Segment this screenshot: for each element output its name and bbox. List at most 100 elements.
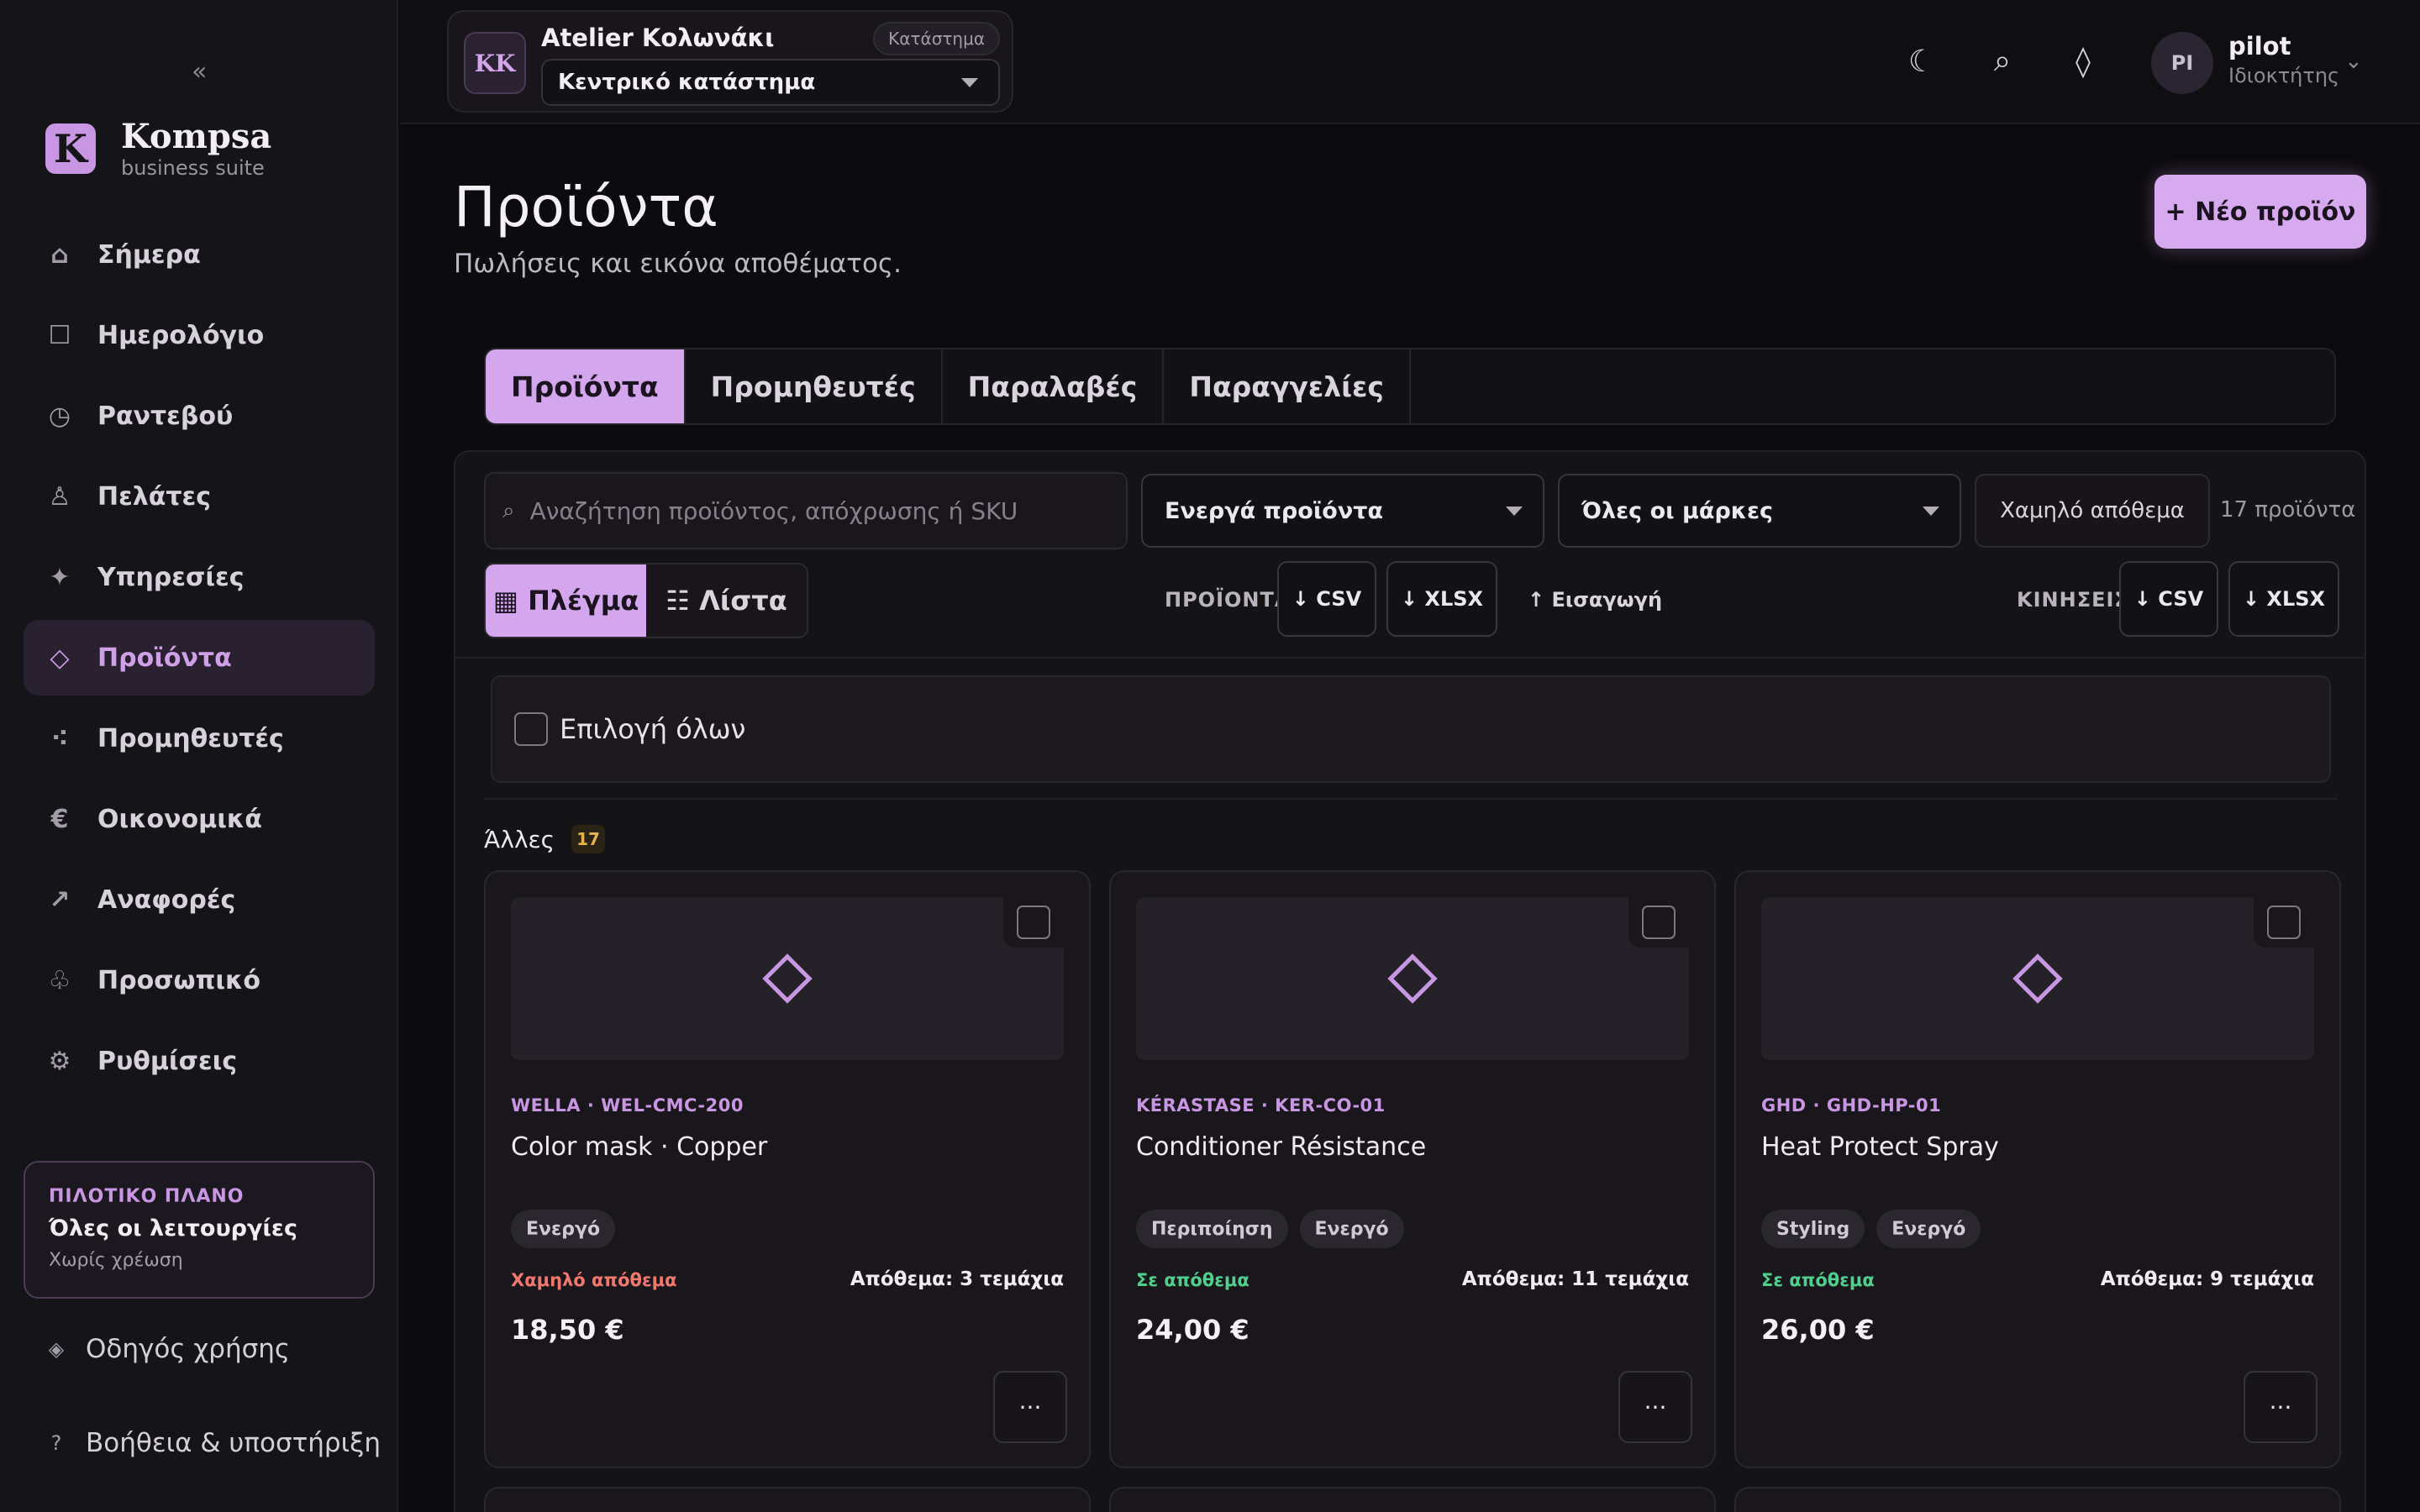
select-all-checkbox[interactable] — [514, 712, 548, 746]
sidebar-item-clients[interactable]: ♙ Πελάτες — [24, 459, 375, 534]
product-card[interactable]: GHD · GHD-HP-01 Heat Protect Spray Styli… — [1734, 870, 2341, 1468]
user-avatar[interactable]: PI — [2151, 32, 2213, 94]
product-image-placeholder — [511, 897, 1064, 1060]
new-product-button[interactable]: + Νέο προϊόν — [2154, 175, 2366, 249]
search-icon[interactable]: ⌕ — [1981, 40, 2023, 82]
diamond-icon — [762, 953, 813, 1004]
product-checkbox[interactable] — [2267, 906, 2301, 939]
store-badge: Κατάστημα — [873, 22, 1000, 55]
sidebar-item-suppliers[interactable]: ⁖ Προμηθευτές — [24, 701, 375, 776]
user-guide-link[interactable]: ◈ Οδηγός χρήσης — [45, 1334, 290, 1364]
search-box[interactable]: ⌕ — [484, 472, 1128, 549]
sidebar-item-label: Προμηθευτές — [97, 723, 284, 753]
caret-down-icon — [1506, 507, 1523, 516]
help-support-link[interactable]: ? Βοήθεια & υποστήριξη — [45, 1428, 381, 1458]
divider — [455, 657, 2365, 659]
caret-down-icon — [961, 78, 978, 87]
sidebar: « K Kompsa business suite ⌂ Σήμερα ☐ Ημε… — [0, 0, 398, 1512]
user-name[interactable]: pilot — [2228, 32, 2291, 60]
product-tag: Ενεργό — [1299, 1210, 1404, 1248]
sidebar-item-settings[interactable]: ⚙ Ρυθμίσεις — [24, 1023, 375, 1099]
product-checkbox[interactable] — [1017, 906, 1050, 939]
product-checkbox[interactable] — [1642, 906, 1676, 939]
brand[interactable]: K Kompsa business suite — [45, 118, 271, 180]
tab-receipts[interactable]: Παραλαβές — [943, 349, 1165, 423]
product-card[interactable]: KÉRASTASE · KER-CO-01 Conditioner Résist… — [1109, 870, 1716, 1468]
diamond-icon[interactable]: ◊ — [2062, 40, 2104, 82]
sidebar-item-staff[interactable]: ♧ Προσωπικό — [24, 942, 375, 1018]
plan-tag: ΠΙΛΟΤΙΚΟ ΠΛΑΝΟ — [49, 1186, 245, 1207]
product-price: 18,50 € — [511, 1314, 624, 1346]
dots-icon: ⁖ — [50, 723, 69, 753]
product-price: 26,00 € — [1761, 1314, 1875, 1346]
help-support-label: Βοήθεια & υποστήριξη — [86, 1428, 381, 1458]
select-all-label: Επιλογή όλων — [560, 713, 746, 745]
product-card[interactable] — [1734, 1487, 2341, 1512]
product-card[interactable] — [484, 1487, 1091, 1512]
sidebar-item-finance[interactable]: € Οικονομικά — [24, 781, 375, 857]
sidebar-item-services[interactable]: ✦ Υπηρεσίες — [24, 539, 375, 615]
product-card[interactable] — [1109, 1487, 1716, 1512]
store-avatar: KK — [464, 32, 526, 94]
product-price: 24,00 € — [1136, 1314, 1249, 1346]
product-meta: WELLA · WEL-CMC-200 — [511, 1095, 744, 1116]
product-count: 17 προϊόντα — [2220, 497, 2356, 522]
user-guide-label: Οδηγός χρήσης — [86, 1334, 291, 1364]
sidebar-item-products[interactable]: ◇ Προϊόντα — [24, 620, 375, 696]
product-meta: KÉRASTASE · KER-CO-01 — [1136, 1095, 1386, 1116]
brand-logo-icon: K — [45, 123, 96, 174]
more-options-button[interactable]: ··· — [1618, 1371, 1692, 1443]
guide-icon: ◈ — [48, 1337, 65, 1361]
tab-bar: Προϊόντα Προμηθευτές Παραλαβές Παραγγελί… — [484, 348, 2336, 425]
product-select — [1003, 897, 1064, 948]
sidebar-item-label: Ραντεβού — [97, 401, 234, 431]
trend-icon: ↗ — [49, 885, 71, 915]
search-input[interactable] — [529, 496, 1102, 525]
tab-orders[interactable]: Παραγγελίες — [1164, 349, 1411, 423]
product-tag: Ενεργό — [1876, 1210, 1981, 1248]
person-icon: ♙ — [48, 481, 71, 512]
products-xlsx-button[interactable]: ↓ XLSX — [1386, 561, 1497, 637]
more-options-button[interactable]: ··· — [993, 1371, 1067, 1443]
home-icon: ⌂ — [50, 239, 69, 270]
view-toggle: ▦ Πλέγμα ☷ Λίστα — [484, 563, 808, 638]
product-card[interactable]: WELLA · WEL-CMC-200 Color mask · Copper … — [484, 870, 1091, 1468]
diamond-icon — [2012, 953, 2063, 1004]
tab-products[interactable]: Προϊόντα — [486, 349, 686, 423]
sidebar-item-reports[interactable]: ↗ Αναφορές — [24, 862, 375, 937]
product-image-placeholder — [1136, 897, 1689, 1060]
sidebar-item-calendar[interactable]: ☐ Ημερολόγιο — [24, 297, 375, 373]
sidebar-nav: ⌂ Σήμερα ☐ Ημερολόγιο ◷ Ραντεβού ♙ Πελάτ… — [24, 217, 375, 1104]
collapse-sidebar-button[interactable]: « — [192, 57, 207, 87]
brand-filter-select[interactable]: Όλες οι μάρκες — [1558, 474, 1961, 548]
status-filter-select[interactable]: Ενεργά προϊόντα — [1141, 474, 1544, 548]
sidebar-item-today[interactable]: ⌂ Σήμερα — [24, 217, 375, 292]
import-button[interactable]: ↑ Εισαγωγή — [1528, 588, 1662, 612]
plan-card[interactable]: ΠΙΛΟΤΙΚΟ ΠΛΑΝΟ Όλες οι λειτουργίες Χωρίς… — [24, 1161, 375, 1299]
stock-status: Σε απόθεμα — [1136, 1270, 1249, 1290]
products-export-label: ΠΡΟΪΟΝΤΑ — [1165, 588, 1292, 612]
chevron-down-icon[interactable]: ⌄ — [2344, 49, 2363, 74]
more-options-button[interactable]: ··· — [2244, 1371, 2317, 1443]
product-meta: GHD · GHD-HP-01 — [1761, 1095, 1942, 1116]
sidebar-item-appointments[interactable]: ◷ Ραντεβού — [24, 378, 375, 454]
section-header: Άλλες 17 — [484, 825, 605, 853]
tab-suppliers[interactable]: Προμηθευτές — [686, 349, 943, 423]
divider — [484, 798, 2338, 800]
sidebar-item-label: Σήμερα — [97, 239, 201, 270]
sidebar-item-label: Προϊόντα — [97, 643, 232, 673]
products-csv-button[interactable]: ↓ CSV — [1277, 561, 1376, 637]
low-stock-filter-button[interactable]: Χαμηλό απόθεμα — [1975, 474, 2210, 548]
topbar: KK Atelier Κολωνάκι Κατάστημα Κεντρικό κ… — [400, 0, 2420, 124]
select-all-row[interactable]: Επιλογή όλων — [491, 675, 2331, 783]
list-view-button[interactable]: ☷ Λίστα — [646, 564, 807, 637]
movements-xlsx-button[interactable]: ↓ XLSX — [2228, 561, 2339, 637]
products-panel: ⌕ Ενεργά προϊόντα Όλες οι μάρκες Χαμηλό … — [454, 450, 2366, 1512]
brand-subtitle: business suite — [121, 156, 265, 180]
store-select[interactable]: Κεντρικό κατάστημα — [541, 59, 1000, 106]
product-tags: Ενεργό — [511, 1210, 627, 1248]
gear-icon: ⚙ — [48, 1046, 71, 1076]
movements-csv-button[interactable]: ↓ CSV — [2119, 561, 2218, 637]
moon-icon[interactable]: ☾ — [1901, 40, 1943, 82]
grid-view-button[interactable]: ▦ Πλέγμα — [486, 564, 646, 637]
